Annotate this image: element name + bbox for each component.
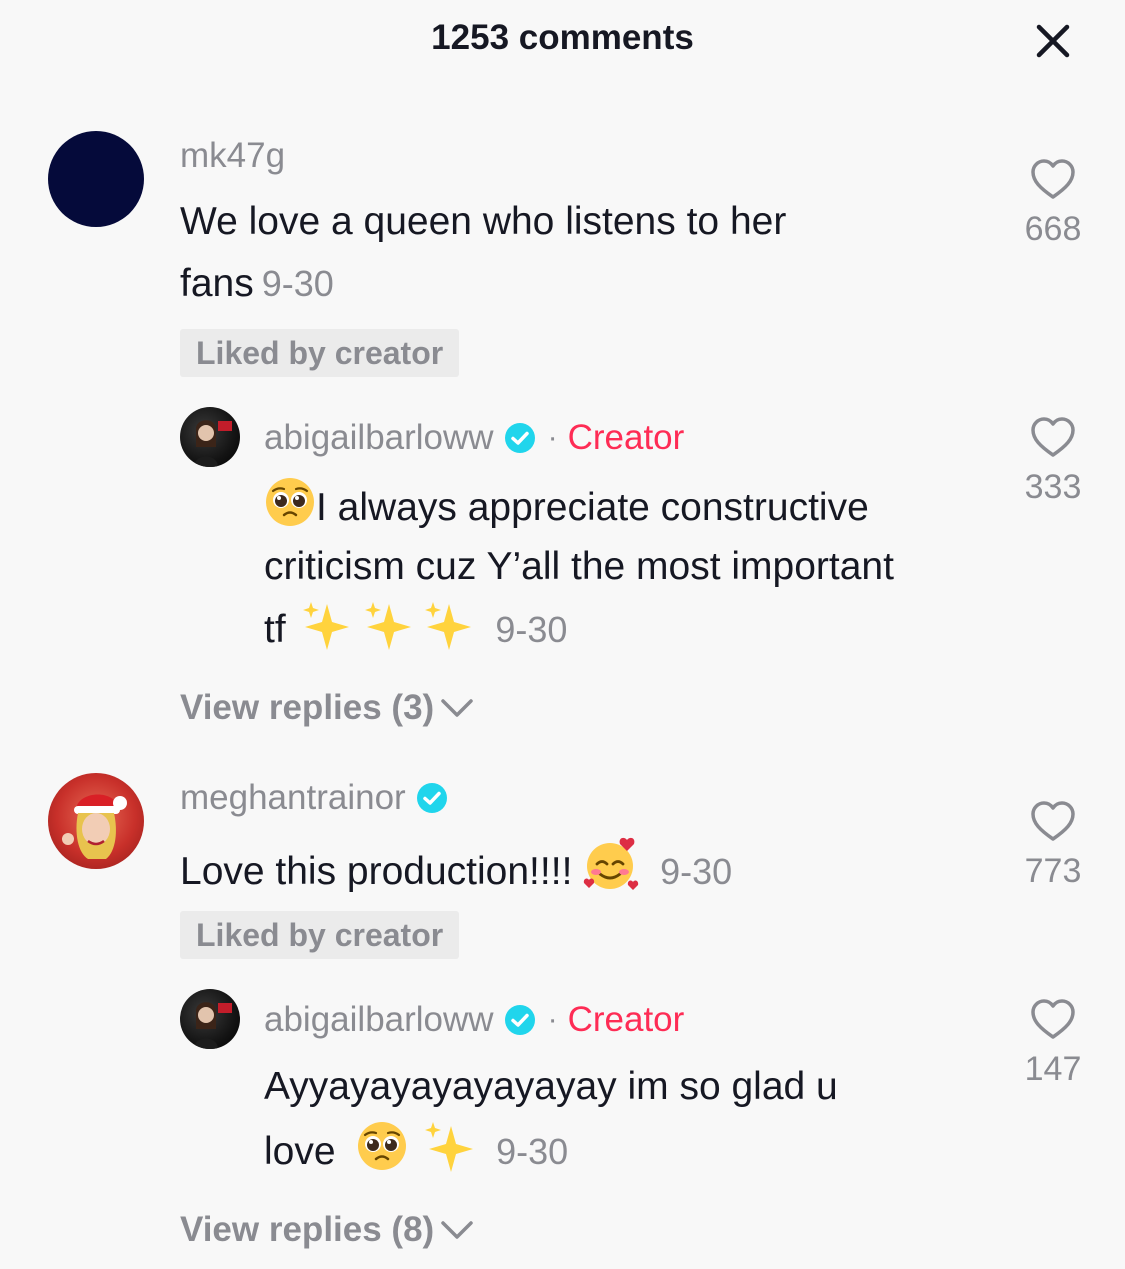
like-count: 147 (1024, 1050, 1082, 1088)
reply-text: I always appreciate constructive critici… (264, 476, 894, 659)
reply-username-text: abigailbarloww (264, 1000, 494, 1039)
like-count: 668 (1024, 210, 1082, 248)
avatar[interactable] (180, 407, 240, 467)
comment-text-segment: Love this production!!!! (180, 850, 573, 893)
avatar[interactable] (48, 773, 144, 869)
comment-text-line: We love a queen who listens to her (180, 200, 787, 243)
close-icon (1036, 24, 1070, 58)
view-replies-button[interactable]: View replies (3) (180, 688, 474, 728)
comment-text: Love this production!!!! 9-30 (180, 836, 732, 903)
comment-username[interactable]: mk47g (180, 136, 285, 176)
separator-dot: · (547, 421, 558, 454)
chevron-down-icon (441, 1221, 473, 1239)
avatar-image-icon (194, 420, 232, 467)
view-replies-label: View replies (8) (180, 1210, 435, 1249)
comment-username-text: meghantrainor (180, 778, 406, 817)
reply-text-line: Ayyayayayayayayay im so glad u (264, 1065, 838, 1108)
reply-date: 9-30 (496, 1131, 569, 1172)
comment-text-line: fans 9-30 (180, 253, 786, 315)
reply-text-line: criticism cuz Y’all the most important (264, 545, 894, 588)
heart-icon (1031, 999, 1075, 1039)
creator-label: Creator (567, 1000, 685, 1039)
chevron-down-icon (441, 699, 473, 717)
like-button[interactable]: 773 (1008, 800, 1098, 891)
like-button[interactable]: 333 (1008, 416, 1098, 507)
avatar[interactable] (180, 989, 240, 1049)
comment-username[interactable]: meghantrainor (180, 778, 448, 818)
reply-date: 9-30 (495, 609, 568, 650)
smiling-face-with-hearts-emoji-icon (584, 837, 639, 890)
creator-label: Creator (567, 418, 685, 457)
liked-by-creator-badge: Liked by creator (180, 911, 460, 959)
reply-text-line: love 9-30 (264, 1118, 838, 1183)
comment-text-word: fans (180, 262, 254, 305)
sparkles-emoji-icon (302, 602, 471, 650)
reply-text-segment: love (264, 1130, 336, 1173)
reply-username[interactable]: abigailbarloww · Creator (264, 1000, 684, 1040)
like-button[interactable]: 147 (1008, 998, 1098, 1089)
view-replies-button[interactable]: View replies (8) (180, 1210, 474, 1250)
heart-icon (1031, 417, 1075, 457)
verified-badge-icon (504, 423, 535, 453)
avatar-image-icon (62, 794, 127, 859)
close-button[interactable] (1028, 18, 1078, 64)
like-count: 333 (1024, 468, 1082, 506)
verified-badge-icon (416, 783, 447, 813)
comments-count-title: 1253 comments (431, 18, 694, 57)
reply-username[interactable]: abigailbarloww · Creator (264, 418, 684, 458)
reply-text-segment: I always appreciate constructive (316, 486, 869, 529)
separator-dot: · (547, 1003, 558, 1036)
comment-date: 9-30 (660, 851, 733, 892)
pleading-face-emoji-icon (358, 1122, 407, 1170)
reply-text: Ayyayayayayayayay im so glad u love 9-30 (264, 1056, 838, 1183)
like-count: 773 (1024, 852, 1082, 890)
verified-badge-icon (504, 1005, 535, 1035)
liked-by-creator-badge: Liked by creator (180, 329, 460, 377)
reply-username-text: abigailbarloww (264, 418, 494, 457)
reply-text-line: I always appreciate constructive (264, 476, 894, 537)
like-button[interactable]: 668 (1008, 158, 1098, 249)
pleading-face-emoji-icon (266, 478, 314, 526)
avatar[interactable] (48, 131, 144, 227)
reply-text-line: tf 9-30 (264, 596, 894, 659)
comment-date: 9-30 (261, 263, 334, 304)
sparkles-emoji-icon (425, 1122, 474, 1172)
heart-icon (1031, 159, 1075, 199)
avatar-image-icon (194, 1002, 232, 1049)
comment-text: We love a queen who listens to her fans 9… (180, 191, 786, 315)
view-replies-label: View replies (3) (180, 688, 435, 727)
heart-icon (1031, 801, 1075, 841)
reply-text-segment: tf (264, 608, 286, 651)
